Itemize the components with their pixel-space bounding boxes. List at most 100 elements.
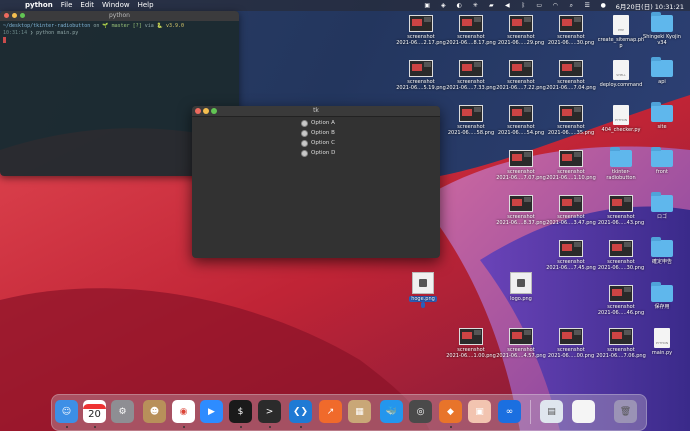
menu-help[interactable]: Help [138, 0, 154, 11]
status-app4-icon[interactable]: ✳ [471, 2, 480, 9]
desktop-icon-shot[interactable]: screenshot 2021-06....7.07.png [495, 150, 547, 181]
zoom-button[interactable] [20, 13, 25, 18]
desktop-icon-shot[interactable]: screenshot 2021-06.....29.png [495, 15, 547, 46]
desktop-icon-shot[interactable]: screenshot 2021-06....7.04.png [545, 60, 597, 91]
terminal-prompt-line: ~/desktop/tkinter-radiobutton on 🌱 maste… [3, 23, 185, 29]
desktop-icon-doc[interactable]: PYTHON main.py [636, 328, 688, 356]
docker-icon[interactable]: 🐳 [380, 400, 403, 423]
desktop-icon-folder[interactable]: 確定申告 [636, 237, 688, 265]
desktop-icon-label-line2: radiobutton [606, 175, 636, 181]
screenshot-thumbnail-icon [609, 195, 633, 212]
tk-titlebar[interactable]: tk [192, 106, 440, 117]
desktop-icon-shot[interactable]: screenshot 2021-06.....58.png [445, 105, 497, 136]
tk-window[interactable]: tk Option A Option B Option C Option D [192, 106, 440, 258]
dock-running-indicator [94, 426, 96, 428]
screenshot-thumbnail-icon [409, 15, 433, 32]
terminal-icon[interactable]: > [258, 400, 281, 423]
status-app2-icon[interactable]: ◈ [439, 2, 448, 9]
radio-circle-icon[interactable] [301, 149, 308, 157]
desktop-icon-folder[interactable]: front [636, 147, 688, 175]
document-stack-icon[interactable] [572, 400, 595, 423]
desktop-icon-label-line2: 2021-06.....43.png [597, 220, 645, 226]
search-icon[interactable]: ⌕ [567, 2, 576, 9]
minimize-button[interactable] [203, 108, 209, 114]
vscode-icon[interactable]: ❮❯ [289, 400, 312, 423]
desktop-icon-shot[interactable]: screenshot 2021-06....7.22.png [495, 60, 547, 91]
control-center-icon[interactable]: ☰ [583, 2, 592, 9]
desktop-icon-shot[interactable]: screenshot 2021-06....1.00.png [445, 328, 497, 359]
menu-file[interactable]: File [61, 0, 73, 11]
system-preferences-icon[interactable]: ⚙ [111, 400, 134, 423]
desktop-icon-shot[interactable]: screenshot 2021-06....1.10.png [545, 150, 597, 181]
zoom-button[interactable] [211, 108, 217, 114]
radio-option-b[interactable]: Option B [301, 128, 335, 138]
terminal-titlebar[interactable]: python [0, 11, 239, 21]
calendar-day: 20 [88, 408, 101, 420]
iterm-icon[interactable]: $ [229, 400, 252, 423]
wifi-icon[interactable]: ◠ [551, 2, 560, 9]
quicktime-icon[interactable]: ◎ [409, 400, 432, 423]
desktop-icon-shot[interactable]: screenshot 2021-06....3.47.png [545, 195, 597, 226]
desktop-icon-shot[interactable]: screenshot 2021-06....2.17.png [395, 15, 447, 46]
desktop-icon-label-line2: 2021-06....7.45.png [546, 265, 596, 271]
desktop-icon-shot[interactable]: screenshot 2021-06....8.37.png [495, 195, 547, 226]
finder-icon[interactable]: ☺ [55, 400, 78, 423]
menu-app-name[interactable]: python [25, 0, 53, 11]
desktop-icon-label-line2: 2021-06.....58.png [447, 130, 495, 136]
folder-icon [651, 282, 673, 302]
bluetooth-icon[interactable]: ᛒ [519, 2, 528, 9]
desktop-icon-label: 確定申告 [651, 259, 672, 265]
desktop-icon-shot[interactable]: screenshot 2021-06....7.33.png [445, 60, 497, 91]
screenshot-thumbnail-icon [509, 60, 533, 77]
image-file-icon [510, 272, 532, 294]
radio-circle-icon[interactable] [301, 139, 308, 147]
desktop-icon-folder[interactable]: site [636, 102, 688, 130]
close-button[interactable] [4, 13, 9, 18]
desktop-icon-folder[interactable]: 保存用 [636, 282, 688, 310]
desktop-icon-folder[interactable]: Shingeki Kyojin v34 [636, 12, 688, 46]
menubar-clock[interactable]: 6月20日(日) 10:31:21 [616, 1, 684, 11]
status-app5-icon[interactable]: ▰ [487, 2, 496, 9]
desktop-icon-shot[interactable]: screenshot 2021-06.....35.png [545, 105, 597, 136]
desktop-icon-shot[interactable]: screenshot 2021-06....8.17.png [445, 15, 497, 46]
contacts-icon[interactable]: ☻ [143, 400, 166, 423]
desktop-icon-shot[interactable]: screenshot 2021-06....5.19.png [395, 60, 447, 91]
close-button[interactable] [195, 108, 201, 114]
desktop-icon-img[interactable]: logo.png [495, 272, 547, 302]
desktop-icon-shot[interactable]: screenshot 2021-06....7.45.png [545, 240, 597, 271]
menu-edit[interactable]: Edit [80, 0, 94, 11]
desktop-icon-shot[interactable]: screenshot 2021-06.....00.png [545, 328, 597, 359]
calendar-icon[interactable]: 20 [83, 400, 106, 423]
preview-icon[interactable]: ▣ [468, 400, 491, 423]
desktop-icon-shot[interactable]: screenshot 2021-06.....54.png [495, 105, 547, 136]
activity-icon[interactable]: ↗ [319, 400, 342, 423]
archive-icon[interactable]: ▦ [348, 400, 371, 423]
minimize-button[interactable] [12, 13, 17, 18]
downloads-stack-icon[interactable]: ▤ [540, 400, 563, 423]
terminal-output[interactable]: ~/desktop/tkinter-radiobutton on 🌱 maste… [0, 21, 239, 47]
sourcetree-icon[interactable]: ◆ [439, 400, 462, 423]
radio-circle-icon[interactable] [301, 119, 308, 127]
battery-icon[interactable]: ▭ [535, 2, 544, 9]
volume-icon[interactable]: ◀ [503, 2, 512, 9]
zoom-icon[interactable]: ▶ [200, 400, 223, 423]
dock-running-indicator [269, 426, 271, 428]
radio-option-a[interactable]: Option A [301, 118, 335, 128]
desktop-icon-img[interactable]: hoge.png [397, 272, 449, 308]
trash-icon[interactable]: 🗑 [614, 400, 637, 423]
chrome-icon[interactable]: ◉ [172, 400, 195, 423]
desktop-icon-shot[interactable]: screenshot 2021-06....4.57.png [495, 328, 547, 359]
status-app3-icon[interactable]: ◐ [455, 2, 464, 9]
radio-circle-icon[interactable] [301, 129, 308, 137]
desktop-icon-folder[interactable]: api [636, 57, 688, 85]
menu-window[interactable]: Window [102, 0, 130, 11]
siri-icon[interactable]: ● [599, 2, 608, 9]
terminal-title: python [109, 12, 130, 19]
infinity-icon[interactable]: ∞ [498, 400, 521, 423]
radio-option-c[interactable]: Option C [301, 138, 335, 148]
desktop-icon-shot[interactable]: screenshot 2021-06.....30.png [545, 15, 597, 46]
status-app-icon[interactable]: ▣ [423, 2, 432, 9]
radio-option-d[interactable]: Option D [301, 148, 335, 158]
desktop-icon-folder[interactable]: ロゴ [636, 192, 688, 220]
desktop-icon-label: main.py [651, 350, 673, 356]
